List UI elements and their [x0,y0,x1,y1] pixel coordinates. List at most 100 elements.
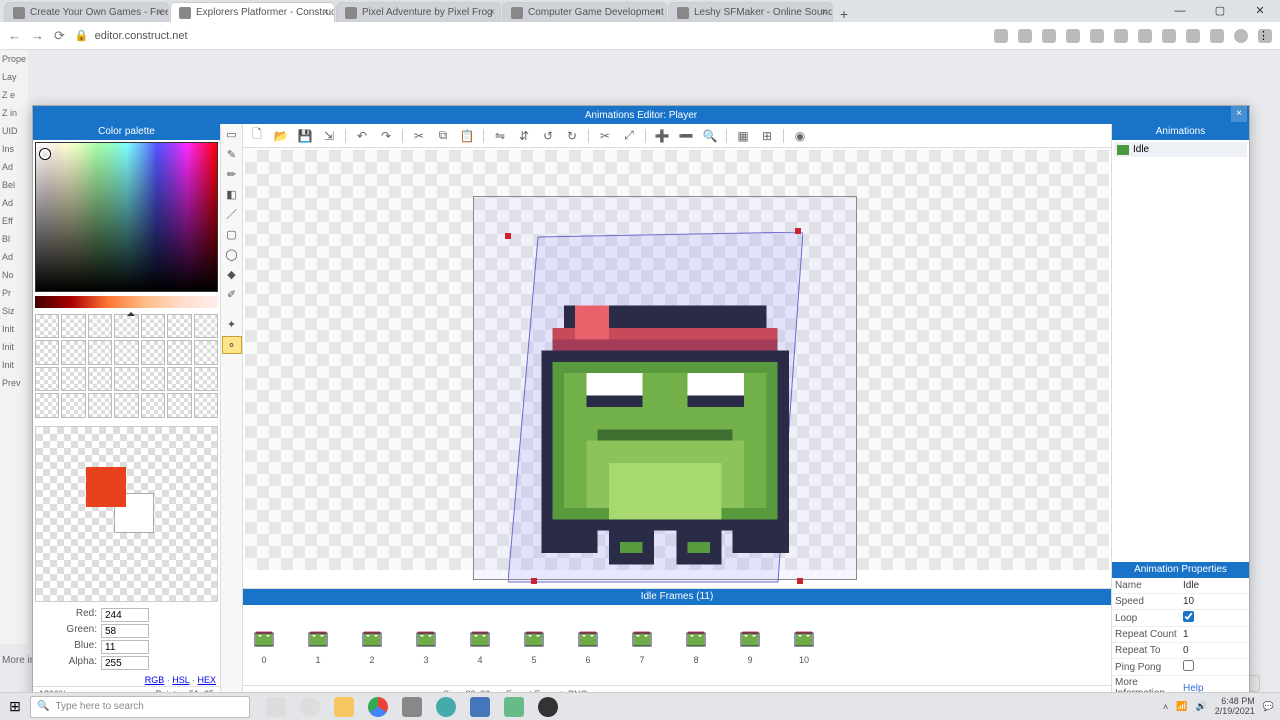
cut-icon[interactable]: ✂ [411,128,427,144]
select-tool-icon[interactable]: ▭ [222,126,242,144]
swatch[interactable] [141,393,165,417]
frame-item[interactable]: 9 [737,625,763,665]
crop-icon[interactable]: ✂ [597,128,613,144]
rotate-ccw-icon[interactable]: ↺ [540,128,556,144]
green-input[interactable] [101,624,149,638]
poly-handle[interactable] [795,228,801,234]
ext-icon[interactable] [994,29,1008,43]
frame-item[interactable]: 0 [251,625,277,665]
rect-tool-icon[interactable]: ▢ [222,226,242,244]
swatch[interactable] [61,340,85,364]
swatch[interactable] [114,340,138,364]
swatch[interactable] [141,367,165,391]
close-icon[interactable]: × [323,7,329,18]
ext-icon[interactable] [1066,29,1080,43]
app-icon[interactable] [504,697,524,717]
animation-item[interactable]: Idle [1114,142,1247,157]
browser-tab-active[interactable]: Explorers Platformer - Construct× [170,2,335,22]
eraser-tool-icon[interactable]: ◧ [222,186,242,204]
close-icon[interactable]: × [655,7,661,18]
swatch[interactable] [114,367,138,391]
browser-tab[interactable]: Pixel Adventure by Pixel Frog× [336,2,501,22]
reload-button[interactable]: ⟳ [54,28,65,44]
swatch[interactable] [167,314,191,338]
app-icon[interactable] [470,697,490,717]
swatch[interactable] [88,367,112,391]
frame-item[interactable]: 4 [467,625,493,665]
swatch[interactable] [61,393,85,417]
network-icon[interactable]: 📶 [1176,701,1187,712]
app-icon[interactable] [436,697,456,717]
mode-hsl[interactable]: HSL [172,675,189,685]
swatch[interactable] [141,340,165,364]
ext-icon[interactable] [1162,29,1176,43]
flip-v-icon[interactable]: ⇵ [516,128,532,144]
frame-item[interactable]: 5 [521,625,547,665]
undo-icon[interactable]: ↶ [354,128,370,144]
hue-slider[interactable] [35,296,218,308]
fill-tool-icon[interactable]: ◆ [222,266,242,284]
close-icon[interactable]: × [821,7,827,18]
line-tool-icon[interactable]: ／ [222,206,242,224]
frame-item[interactable]: 2 [359,625,385,665]
window-minimize-button[interactable]: — [1160,0,1200,22]
swatch[interactable] [167,367,191,391]
frame-item[interactable]: 7 [629,625,655,665]
close-icon[interactable]: × [489,7,495,18]
blue-input[interactable] [101,640,149,654]
swatch[interactable] [35,314,59,338]
ext-icon[interactable] [1186,29,1200,43]
back-button[interactable]: ← [8,28,21,43]
mode-hex[interactable]: HEX [197,675,216,685]
app-icon[interactable] [402,697,422,717]
ext-icon[interactable] [1210,29,1224,43]
swatch[interactable] [167,340,191,364]
swatch[interactable] [35,367,59,391]
swatch[interactable] [88,340,112,364]
frame-item[interactable]: 10 [791,625,817,665]
start-button[interactable]: ⊞ [0,698,30,715]
zoom-out-icon[interactable]: ➖ [678,128,694,144]
swatch[interactable] [114,314,138,338]
ext-icon[interactable] [1018,29,1032,43]
grid-options-icon[interactable]: ⊞ [759,128,775,144]
new-tab-button[interactable]: + [834,6,854,22]
prop-repeat-to[interactable]: 0 [1180,644,1249,657]
dialog-close-button[interactable]: × [1231,106,1247,122]
task-view-icon[interactable] [266,697,286,717]
color-picker-field[interactable] [35,142,218,292]
brush-tool-icon[interactable]: ✏ [222,166,242,184]
ext-icon[interactable] [1138,29,1152,43]
grid-icon[interactable]: ▦ [735,128,751,144]
prop-name[interactable]: Idle [1180,579,1249,592]
swatch[interactable] [194,367,218,391]
new-file-icon[interactable]: 🗋 [249,128,265,144]
browser-tab[interactable]: Leshy SFMaker - Online Sound E× [668,2,833,22]
app-icon[interactable] [538,697,558,717]
explorer-icon[interactable] [334,697,354,717]
preview-icon[interactable]: ◉ [792,128,808,144]
paste-icon[interactable]: 📋 [459,128,475,144]
export-icon[interactable]: ⇲ [321,128,337,144]
swatch[interactable] [88,314,112,338]
copy-icon[interactable]: ⧉ [435,128,451,144]
chrome-icon[interactable] [368,697,388,717]
swatch[interactable] [61,367,85,391]
address-bar[interactable]: 🔒editor.construct.net [75,29,984,42]
imagepoint-tool-icon[interactable]: ⚬ [222,336,242,354]
rotate-cw-icon[interactable]: ↻ [564,128,580,144]
tray-chevron-icon[interactable]: ˄ [1163,702,1168,712]
volume-icon[interactable]: 🔊 [1196,701,1207,712]
red-input[interactable] [101,608,149,622]
ext-icon[interactable] [1090,29,1104,43]
swatch[interactable] [141,314,165,338]
mode-rgb[interactable]: RGB [145,675,165,685]
resize-icon[interactable]: ⤢ [621,128,637,144]
notifications-icon[interactable]: 💬 [1263,701,1274,712]
alpha-input[interactable] [101,656,149,670]
swatch[interactable] [88,393,112,417]
swatch[interactable] [167,393,191,417]
origin-tool-icon[interactable]: ✦ [222,316,242,334]
swatch[interactable] [61,314,85,338]
ext-icon[interactable] [1042,29,1056,43]
